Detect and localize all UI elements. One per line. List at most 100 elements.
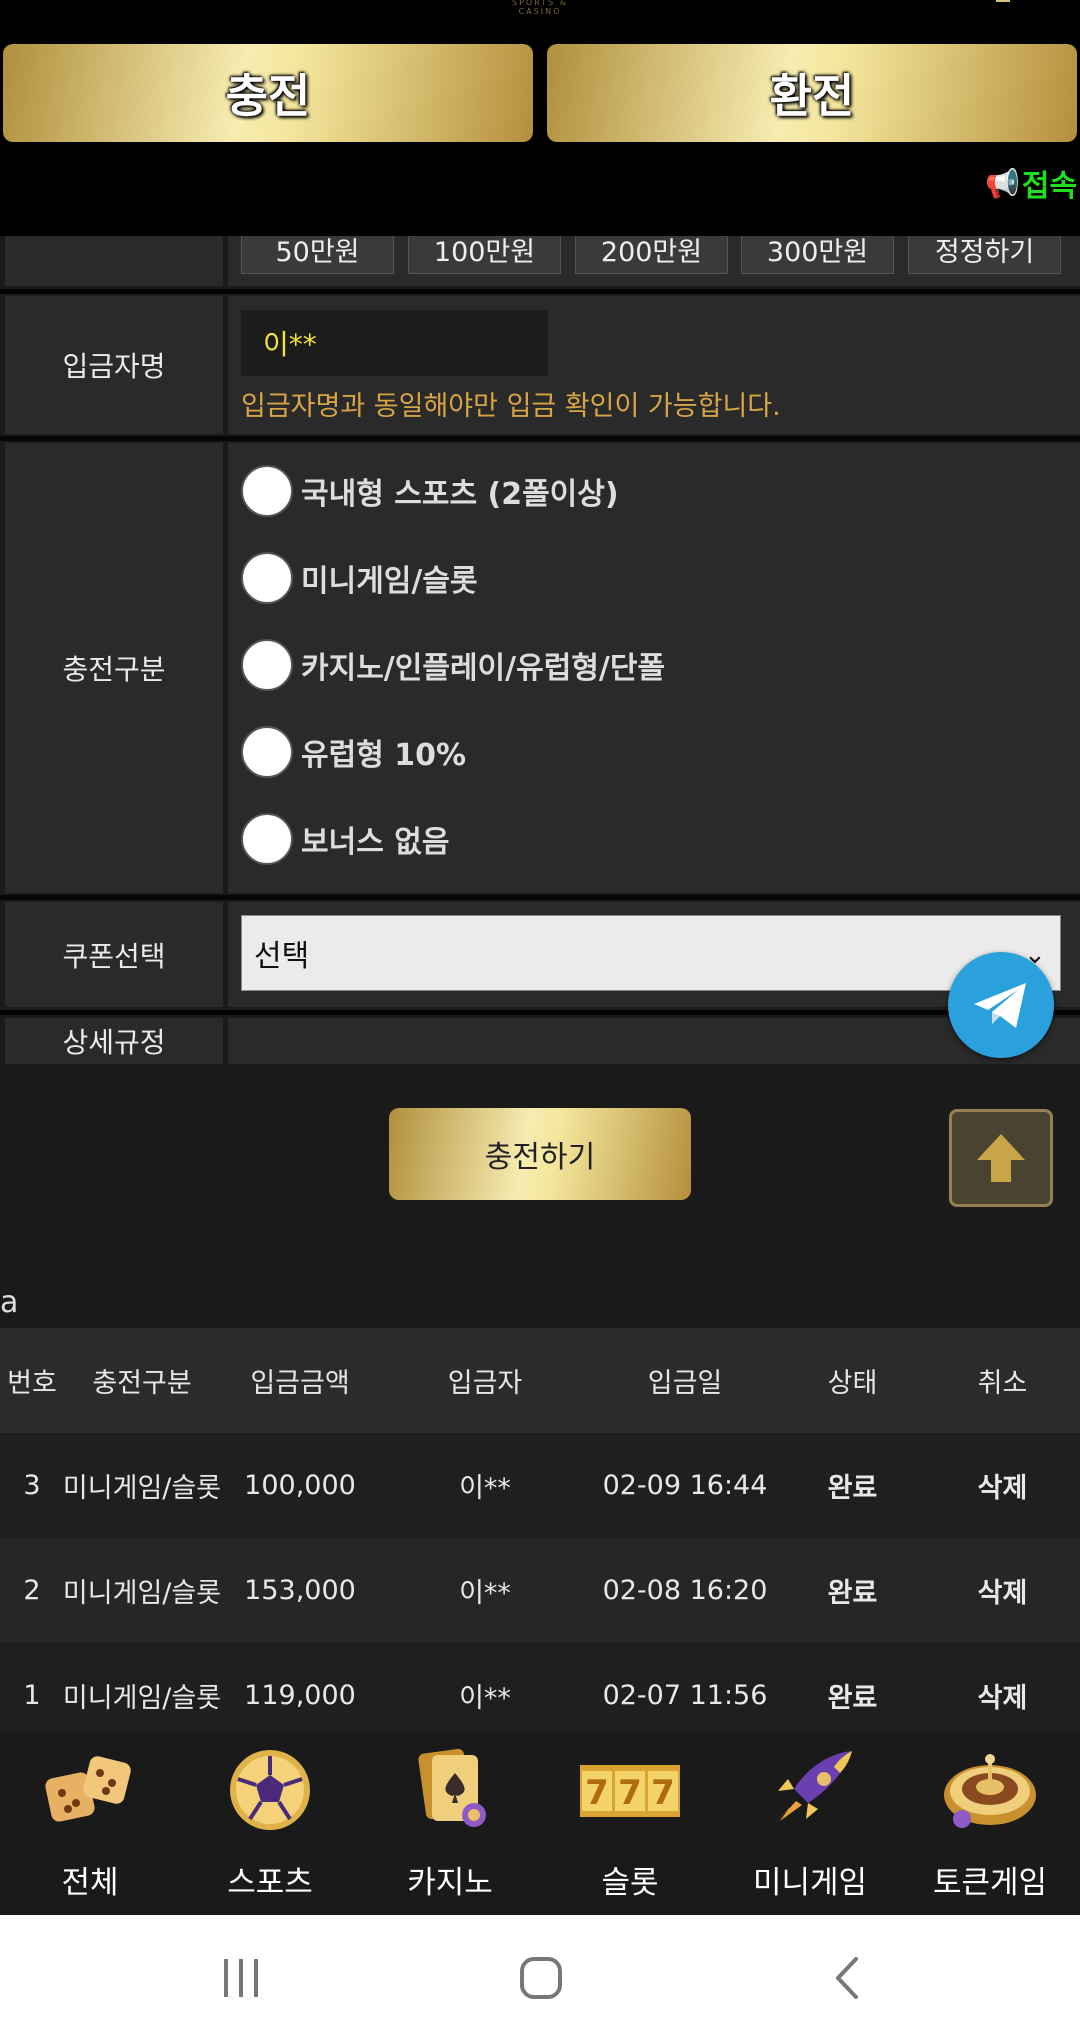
table-header: 번호 충전구분 입금금액 입금자 입금일 상태 취소: [0, 1328, 1080, 1433]
row-divider: [0, 289, 1080, 294]
menu-icon[interactable]: [996, 0, 1010, 2]
amount-200-button[interactable]: 200만원: [575, 236, 728, 274]
charge-button[interactable]: 충전: [3, 44, 533, 142]
row-number: 3: [23, 1470, 41, 1501]
row-status: 완료: [827, 1683, 878, 1714]
slot-777-icon: 7 7 7: [580, 1765, 680, 1817]
row-number: 1: [23, 1680, 41, 1711]
amount-50-button[interactable]: 50만원: [241, 236, 394, 274]
telegram-button[interactable]: [948, 952, 1054, 1058]
radio-button[interactable]: [241, 726, 293, 778]
column-header: 입금금액: [250, 1368, 350, 1399]
scroll-top-button[interactable]: [949, 1109, 1053, 1207]
telegram-icon: [974, 983, 1026, 1028]
depositor-label: 입금자명: [5, 296, 223, 434]
nav-casino[interactable]: 카지노: [360, 1733, 540, 1915]
exchange-button[interactable]: 환전: [547, 44, 1077, 142]
amount-reset-button[interactable]: 정정하기: [908, 236, 1061, 274]
nav-label: 미니게임: [752, 1865, 868, 1901]
rocket-icon: [774, 1751, 852, 1825]
coupon-label: 쿠폰선택: [5, 902, 223, 1007]
radio-label: 보너스 없음: [301, 825, 450, 860]
category-option-minigame[interactable]: 미니게임/슬롯: [241, 550, 478, 606]
rules-label: 상세규정: [5, 1018, 223, 1064]
row-status: 완료: [827, 1578, 878, 1609]
row-divider: [0, 1010, 1080, 1015]
system-navigation-bar: [0, 1915, 1080, 2043]
amount-100-button[interactable]: 100만원: [408, 236, 561, 274]
megaphone-icon: 📢: [985, 166, 1020, 200]
category-label: 충전구분: [5, 443, 223, 893]
svg-text:7: 7: [651, 1773, 675, 1813]
row-date: 02-09 16:44: [602, 1470, 768, 1501]
row-number: 2: [23, 1575, 41, 1606]
radio-button[interactable]: [241, 465, 293, 517]
nav-label: 스포츠: [227, 1865, 313, 1901]
table-row: 3 미니게임/슬롯 100,000 이** 02-09 16:44 완료 삭제: [0, 1433, 1080, 1538]
game-nav-bar: 전체 스포츠 카지노 7 7 7 슬롯 미니게임 토큰게임: [0, 1733, 1080, 1915]
radio-button[interactable]: [241, 552, 293, 604]
column-header: 입금자: [447, 1368, 523, 1399]
row-date: 02-07 11:56: [602, 1680, 768, 1711]
nav-label: 전체: [61, 1865, 119, 1901]
column-header: 충전구분: [92, 1368, 192, 1399]
nav-label: 슬롯: [601, 1865, 659, 1901]
back-icon[interactable]: [826, 1955, 872, 2001]
category-option-sports[interactable]: 국내형 스포츠 (2폴이상): [241, 463, 619, 519]
nav-sports[interactable]: 스포츠: [180, 1733, 360, 1915]
row-category: 미니게임/슬롯: [62, 1473, 222, 1504]
row-status: 완료: [827, 1473, 878, 1504]
row-divider: [0, 436, 1080, 441]
nav-slot[interactable]: 7 7 7 슬롯: [540, 1733, 720, 1915]
delete-button[interactable]: 삭제: [950, 1676, 1055, 1715]
notice-ticker: 📢 접속: [985, 162, 1078, 205]
category-option-no-bonus[interactable]: 보너스 없음: [241, 811, 449, 867]
nav-all[interactable]: 전체: [0, 1733, 180, 1915]
depositor-note: 입금자명과 동일해야만 입금 확인이 가능합니다.: [241, 391, 781, 422]
submit-charge-button[interactable]: 충전하기: [389, 1108, 691, 1200]
amount-label-cell: [5, 236, 223, 286]
delete-button[interactable]: 삭제: [950, 1466, 1055, 1505]
amount-300-button[interactable]: 300만원: [741, 236, 894, 274]
column-header: 상태: [827, 1368, 878, 1399]
row-category: 미니게임/슬롯: [62, 1578, 222, 1609]
row-category: 미니게임/슬롯: [62, 1683, 222, 1714]
cards-icon: [418, 1748, 486, 1827]
radio-button[interactable]: [241, 813, 293, 865]
depositor-input[interactable]: 이**: [241, 310, 548, 376]
roulette-icon: [944, 1754, 1036, 1828]
home-icon[interactable]: [518, 1955, 564, 2001]
coupon-select[interactable]: 선택: [241, 915, 1061, 991]
site-logo: SPORTS & CASINO: [512, 0, 568, 16]
nav-label: 토큰게임: [932, 1865, 1048, 1901]
radio-button[interactable]: [241, 639, 293, 691]
history-section-label: a: [0, 1285, 19, 1320]
nav-minigame[interactable]: 미니게임: [720, 1733, 900, 1915]
row-divider: [0, 895, 1080, 900]
row-depositor: 이**: [459, 1578, 511, 1609]
arrow-up-icon: [977, 1134, 1025, 1182]
radio-label: 카지노/인플레이/유럽형/단폴: [301, 651, 666, 686]
category-option-european[interactable]: 유럽형 10%: [241, 724, 466, 780]
dice-icon: [45, 1756, 131, 1822]
soccer-ball-icon: [230, 1750, 310, 1830]
svg-text:7: 7: [618, 1773, 642, 1813]
nav-token-game[interactable]: 토큰게임: [900, 1733, 1080, 1915]
recent-apps-icon[interactable]: [218, 1955, 264, 2001]
row-amount: 153,000: [244, 1575, 356, 1606]
svg-text:7: 7: [585, 1773, 609, 1813]
radio-label: 미니게임/슬롯: [301, 564, 478, 599]
ticker-text: 접속: [1021, 169, 1078, 204]
top-header: SPORTS & CASINO 충전 환전 📢 접속: [0, 0, 1080, 236]
radio-label: 국내형 스포츠 (2폴이상): [301, 477, 619, 512]
column-header: 취소: [977, 1368, 1028, 1399]
delete-button[interactable]: 삭제: [950, 1571, 1055, 1610]
row-depositor: 이**: [459, 1683, 511, 1714]
radio-label: 유럽형 10%: [301, 738, 467, 773]
row-depositor: 이**: [459, 1473, 511, 1504]
nav-label: 카지노: [407, 1865, 493, 1901]
column-header: 번호: [7, 1368, 57, 1399]
column-header: 입금일: [647, 1368, 723, 1399]
table-row: 2 미니게임/슬롯 153,000 이** 02-08 16:20 완료 삭제: [0, 1538, 1080, 1643]
category-option-casino[interactable]: 카지노/인플레이/유럽형/단폴: [241, 637, 665, 693]
